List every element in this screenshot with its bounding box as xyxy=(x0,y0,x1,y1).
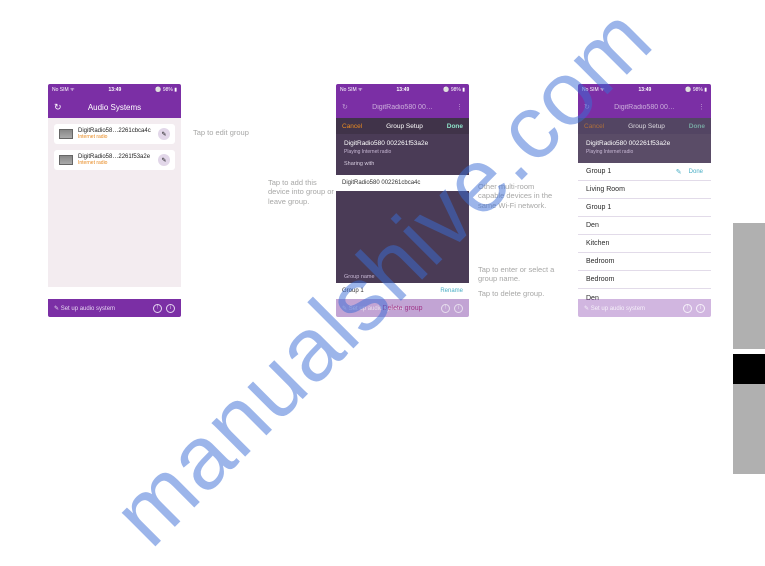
info-icon: i xyxy=(696,304,705,313)
room-label: Group 1 xyxy=(586,204,611,211)
device-thumb-icon xyxy=(59,129,73,139)
phone-screenshot-2: No SIM ᯤ 13:49 ⚪ 98% ▮ ↻ DigitRadio580 0… xyxy=(336,84,469,317)
room-label: Group 1 xyxy=(586,168,611,175)
header-bar: ↻ DigitRadio580 00… ⋮ xyxy=(578,96,711,118)
scroll-dots-icon: ⋮ xyxy=(698,103,705,111)
share-device-name: DigitRadio580 002261cbca4c xyxy=(342,180,420,186)
modal-header: Cancel Group Setup Done xyxy=(578,118,711,134)
current-device-status: Playing Internet radio xyxy=(586,149,703,155)
group-name-value: Group 1 xyxy=(342,288,364,294)
modal-title: Group Setup xyxy=(386,123,423,130)
page-title: Audio Systems xyxy=(88,103,141,112)
status-time: 13:49 xyxy=(397,87,410,93)
footer-bar: ✎ Set up audio system ! i xyxy=(48,299,181,317)
device-list: DigitRadio58…2261cbca4c Internet radio ✎… xyxy=(48,118,181,287)
side-tabs xyxy=(733,223,765,474)
edit-group-icon[interactable]: ✎ xyxy=(158,154,170,166)
current-device-name: DigitRadio580 002261f53a2e xyxy=(344,140,461,147)
status-right: ⚪ 98% ▮ xyxy=(685,87,707,93)
status-bar: No SIM ᯤ 13:49 ⚪ 98% ▮ xyxy=(48,84,181,96)
page-title: DigitRadio580 00… xyxy=(372,104,433,111)
header-bar: ↻ Audio Systems xyxy=(48,96,181,118)
header-bar: ↻ DigitRadio580 00… ⋮ xyxy=(336,96,469,118)
refresh-icon: ↻ xyxy=(584,103,590,111)
room-label: Bedroom xyxy=(586,258,614,265)
device-row[interactable]: DigitRadio58…2261f53a2e Internet radio ✎ xyxy=(54,150,175,170)
refresh-icon[interactable]: ↻ xyxy=(54,102,62,113)
share-device-row[interactable]: DigitRadio580 002261cbca4c xyxy=(336,175,469,191)
current-device-name: DigitRadio580 002261f53a2e xyxy=(586,140,703,147)
room-label: Living Room xyxy=(586,186,625,193)
device-row[interactable]: DigitRadio58…2261cbca4c Internet radio ✎ xyxy=(54,124,175,144)
status-right: ⚪ 98% ▮ xyxy=(443,87,465,93)
side-tab-black xyxy=(733,354,765,384)
scroll-dots-icon: ⋮ xyxy=(456,103,463,111)
info-icon[interactable]: i xyxy=(166,304,175,313)
status-bar: No SIM ᯤ 13:49 ⚪ 98% ▮ xyxy=(578,84,711,96)
pencil-icon[interactable]: ✎ xyxy=(676,168,682,176)
footer-bar: ✎ Set up audio system ! i xyxy=(336,299,469,317)
info-icon: ! xyxy=(441,304,450,313)
room-label: Den xyxy=(586,222,599,229)
annotation-delete-group: Tap to delete group. xyxy=(478,289,556,298)
spacer xyxy=(336,191,469,270)
group-section-label: Group name xyxy=(336,270,469,283)
info-icon: ! xyxy=(683,304,692,313)
status-bar: No SIM ᯤ 13:49 ⚪ 98% ▮ xyxy=(336,84,469,96)
status-left: No SIM ᯤ xyxy=(52,87,75,93)
rename-button[interactable]: Rename xyxy=(440,288,463,294)
device-thumb-icon xyxy=(59,155,73,165)
setup-link[interactable]: ✎ Set up audio system xyxy=(54,305,115,312)
modal-title: Group Setup xyxy=(628,123,665,130)
annotation-enter-name: Tap to enter or select a group name. xyxy=(478,265,556,284)
done-button: Done xyxy=(689,123,705,130)
room-row[interactable]: Bedroom xyxy=(578,271,711,289)
done-button[interactable]: Done xyxy=(447,123,463,130)
phone-screenshot-1: No SIM ᯤ 13:49 ⚪ 98% ▮ ↻ Audio Systems D… xyxy=(48,84,181,317)
refresh-icon: ↻ xyxy=(342,103,348,111)
room-row[interactable]: Living Room xyxy=(578,181,711,199)
group-name-row[interactable]: Group 1 Rename xyxy=(336,283,469,299)
device-sub: Internet radio xyxy=(78,160,150,166)
edit-group-icon[interactable]: ✎ xyxy=(158,128,170,140)
current-device-box: DigitRadio580 002261f53a2e Playing Inter… xyxy=(336,134,469,175)
phone-screenshot-3: No SIM ᯤ 13:49 ⚪ 98% ▮ ↻ DigitRadio580 0… xyxy=(578,84,711,317)
annotation-add-device: Tap to add this device into group or lea… xyxy=(268,178,334,206)
cancel-button: Cancel xyxy=(584,123,604,130)
current-device-box: DigitRadio580 002261f53a2e Playing Inter… xyxy=(578,134,711,163)
annotation-edit-group: Tap to edit group xyxy=(193,128,249,137)
annotation-other-devices: Other multi-room capable devices in the … xyxy=(478,182,556,210)
page-title: DigitRadio580 00… xyxy=(614,104,675,111)
setup-link: ✎ Set up audio system xyxy=(342,305,403,312)
side-tab-grey2 xyxy=(733,384,765,474)
room-label: Kitchen xyxy=(586,240,609,247)
room-row[interactable]: Bedroom xyxy=(578,253,711,271)
status-time: 13:49 xyxy=(639,87,652,93)
status-left: No SIM ᯤ xyxy=(340,87,363,93)
modal-header: Cancel Group Setup Done xyxy=(336,118,469,134)
device-sub: Internet radio xyxy=(78,134,151,140)
status-left: No SIM ᯤ xyxy=(582,87,605,93)
setup-link: ✎ Set up audio system xyxy=(584,305,645,312)
footer-bar: ✎ Set up audio system ! i xyxy=(578,299,711,317)
info-icon: i xyxy=(454,304,463,313)
room-label: Bedroom xyxy=(586,276,614,283)
room-row[interactable]: Group 1 ✎ Done xyxy=(578,163,711,181)
room-row[interactable]: Den xyxy=(578,217,711,235)
done-inline-button[interactable]: Done xyxy=(689,169,703,175)
side-tab-grey xyxy=(733,223,765,349)
status-right: ⚪ 98% ▮ xyxy=(155,87,177,93)
room-row[interactable]: Group 1 xyxy=(578,199,711,217)
status-time: 13:49 xyxy=(109,87,122,93)
sharing-label: Sharing with xyxy=(344,161,461,167)
info-icon[interactable]: ! xyxy=(153,304,162,313)
room-row[interactable]: Kitchen xyxy=(578,235,711,253)
current-device-status: Playing Internet radio xyxy=(344,149,461,155)
cancel-button[interactable]: Cancel xyxy=(342,123,362,130)
